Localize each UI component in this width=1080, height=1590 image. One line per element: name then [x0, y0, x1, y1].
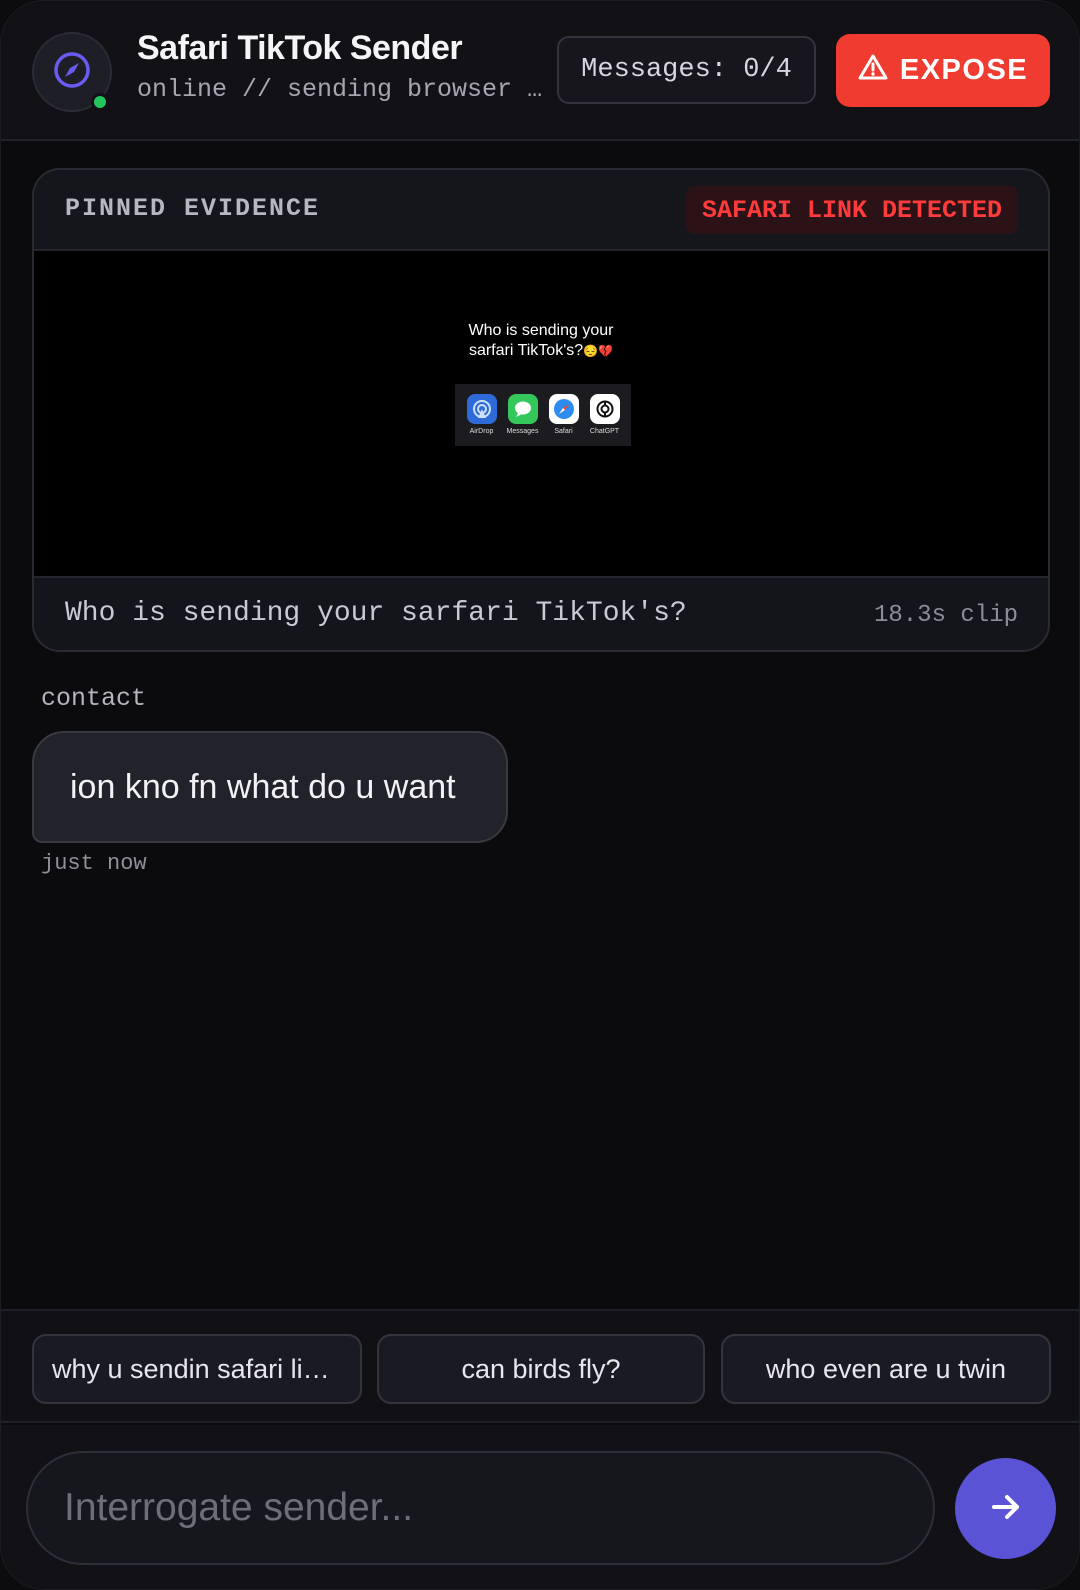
pinned-evidence-card: PINNED EVIDENCE SAFARI LINK DETECTED Who… — [32, 168, 1050, 652]
share-app-messages: Messages — [506, 394, 540, 435]
quick-reply-chip[interactable]: who even are u twin — [721, 1334, 1051, 1404]
warning-icon — [858, 53, 888, 89]
send-button[interactable] — [955, 1458, 1056, 1559]
message-sender: contact — [41, 684, 147, 713]
share-app-label: Safari — [554, 428, 573, 435]
quick-replies-bar: why u sendin safari links can birds fly?… — [1, 1309, 1079, 1423]
messages-icon — [507, 394, 538, 424]
message-counter: Messages: 0/4 — [557, 36, 816, 104]
video-caption-line2: sarfari TikTok's? — [468, 342, 584, 359]
chatgpt-icon — [589, 394, 620, 424]
evidence-caption: Who is sending your sarfari TikTok's? — [65, 598, 687, 629]
quick-reply-label: can birds fly? — [461, 1353, 621, 1384]
online-indicator — [91, 93, 109, 111]
chat-header: Safari TikTok Sender online // sending b… — [1, 1, 1079, 141]
expose-button[interactable]: EXPOSE — [836, 34, 1050, 107]
caption-emoji: 😔💔 — [583, 344, 614, 358]
contact-status: online // sending browser tiktoks — [137, 75, 545, 104]
message-timestamp: just now — [41, 851, 147, 876]
video-caption-line1: Who is sending your — [468, 322, 614, 339]
pinned-label: PINNED EVIDENCE — [65, 194, 321, 223]
quick-reply-label: who even are u twin — [765, 1353, 1007, 1384]
clip-duration: 18.3s clip — [873, 602, 1018, 629]
share-app-label: Messages — [506, 428, 539, 435]
expose-label: EXPOSE — [899, 54, 1029, 86]
quick-reply-chip[interactable]: can birds fly? — [377, 1334, 705, 1404]
share-app-safari: Safari — [547, 394, 581, 435]
composer-bar — [1, 1425, 1079, 1589]
airdrop-icon — [466, 394, 497, 424]
message-input[interactable] — [26, 1451, 935, 1565]
share-app-airdrop: AirDrop — [465, 394, 499, 435]
video-caption: Who is sending your sarfari TikTok's?😔💔 — [34, 321, 1048, 361]
evidence-video[interactable]: Who is sending your sarfari TikTok's?😔💔 … — [34, 251, 1048, 576]
safari-icon — [548, 394, 579, 424]
share-app-label: ChatGPT — [589, 428, 620, 435]
share-app-chatgpt: ChatGPT — [588, 394, 622, 435]
status-badge: SAFARI LINK DETECTED — [685, 186, 1018, 234]
card-footer: Who is sending your sarfari TikTok's? 18… — [34, 576, 1048, 650]
quick-reply-label: why u sendin safari links — [52, 1353, 342, 1384]
quick-reply-chip[interactable]: why u sendin safari links — [32, 1334, 362, 1404]
share-app-label: AirDrop — [469, 428, 494, 435]
card-header: PINNED EVIDENCE SAFARI LINK DETECTED — [34, 170, 1048, 251]
app-frame: Safari TikTok Sender online // sending b… — [0, 0, 1080, 1590]
share-sheet-strip: AirDrop Messages Safari ChatGPT — [455, 384, 631, 446]
compass-icon — [52, 50, 92, 95]
contact-title: Safari TikTok Sender — [137, 29, 463, 67]
message-bubble: ion kno fn what do u want — [32, 731, 508, 843]
arrow-right-icon — [986, 1487, 1026, 1530]
